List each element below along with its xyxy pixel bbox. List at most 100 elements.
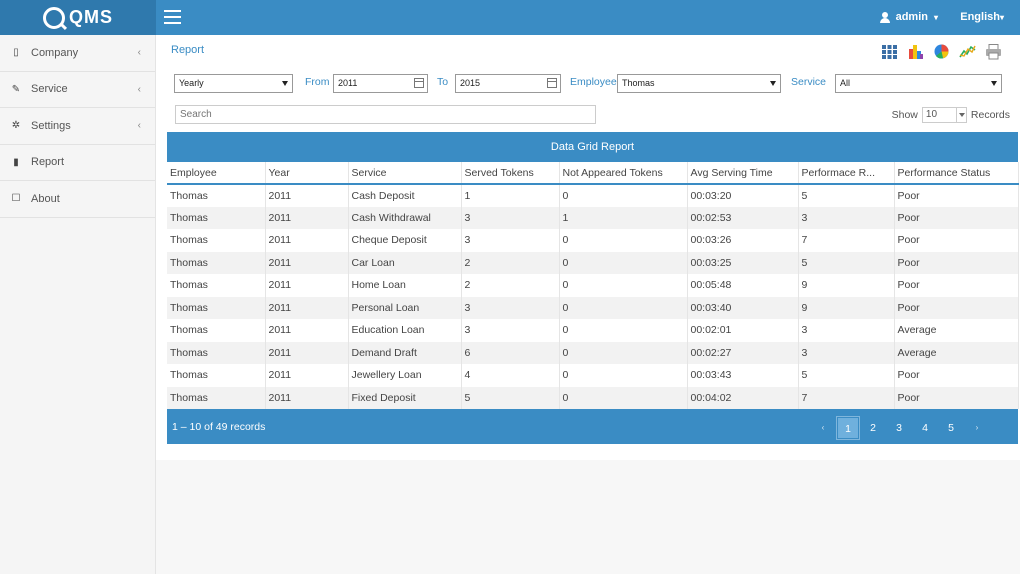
sidebar-item-report[interactable]: ▮ Report bbox=[0, 145, 155, 181]
search-input[interactable] bbox=[175, 105, 596, 124]
app-logo[interactable]: QMS bbox=[0, 0, 156, 35]
language-selector[interactable]: English▾ bbox=[960, 11, 1004, 23]
sidebar-item-settings[interactable]: ✲ Settings ‹ bbox=[0, 108, 155, 145]
calendar-icon[interactable] bbox=[414, 78, 424, 88]
column-header[interactable]: Not Appeared Tokens bbox=[559, 162, 688, 185]
table-cell: 5 bbox=[798, 184, 895, 207]
table-cell: Personal Loan bbox=[348, 296, 462, 319]
table-cell: 5 bbox=[798, 364, 895, 387]
table-cell: 2011 bbox=[265, 296, 349, 319]
line-chart-icon[interactable] bbox=[959, 43, 976, 60]
print-icon[interactable] bbox=[985, 43, 1002, 60]
sidebar-item-label: Settings bbox=[31, 119, 71, 132]
table-cell: 7 bbox=[798, 386, 895, 409]
sidebar-item-company[interactable]: ▯ Company ‹ bbox=[0, 35, 155, 72]
grid-view-icon[interactable] bbox=[881, 43, 898, 60]
sidebar-item-about[interactable]: ☐ About bbox=[0, 181, 155, 218]
table-cell: Jewellery Loan bbox=[348, 364, 462, 387]
next-page-button[interactable]: › bbox=[964, 416, 990, 440]
table-cell: Thomas bbox=[167, 386, 266, 409]
chevron-left-icon: ‹ bbox=[137, 83, 141, 95]
caret-down-icon bbox=[282, 81, 288, 86]
table-cell: 2011 bbox=[265, 386, 349, 409]
table-row[interactable]: Thomas 2011 Education Loan 3 0 00:02:01 3 Avera… bbox=[167, 319, 1019, 342]
table-cell: 0 bbox=[559, 274, 688, 297]
chevron-left-icon: ‹ bbox=[137, 47, 141, 59]
language-label: English bbox=[960, 11, 1000, 23]
table-row[interactable]: Thomas 2011 Personal Loan 3 0 00:03:40 9 Poor bbox=[167, 296, 1019, 319]
table-cell: Poor bbox=[894, 274, 1019, 297]
main-content: Report Yearly From 2011 To 2015 Employee… bbox=[156, 35, 1020, 574]
page-size-value: 10 bbox=[925, 109, 938, 120]
wrench-icon: ✎ bbox=[11, 83, 21, 95]
building-icon: ▯ bbox=[13, 47, 19, 59]
table-cell: Thomas bbox=[167, 184, 266, 207]
table-row[interactable]: Thomas 2011 Jewellery Loan 4 0 00:03:43 5 Poor bbox=[167, 364, 1019, 387]
table-cell: 1 bbox=[461, 184, 560, 207]
menu-toggle-icon[interactable] bbox=[164, 10, 181, 24]
table-cell: 2011 bbox=[265, 319, 349, 342]
page-button-4[interactable]: 4 bbox=[912, 416, 938, 440]
table-row[interactable]: Thomas 2011 Demand Draft 6 0 00:02:27 3 Average bbox=[167, 341, 1019, 364]
prev-page-button[interactable]: ‹ bbox=[810, 416, 836, 440]
from-date-input[interactable]: 2011 bbox=[333, 74, 428, 93]
page-size-select[interactable]: 10 bbox=[921, 107, 967, 123]
table-cell: 9 bbox=[798, 274, 895, 297]
page-button-2[interactable]: 2 bbox=[860, 416, 886, 440]
grid-footer: 1 – 10 of 49 records ‹ 1 2 3 4 5 › bbox=[167, 409, 1018, 444]
show-label: Show bbox=[891, 109, 918, 121]
report-filters: Yearly From 2011 To 2015 Employee Thomas… bbox=[174, 74, 1004, 94]
column-header[interactable]: Avg Serving Time bbox=[687, 162, 799, 185]
table-row[interactable]: Thomas 2011 Home Loan 2 0 00:05:48 9 Poor bbox=[167, 274, 1019, 297]
column-header[interactable]: Year bbox=[265, 162, 349, 185]
employee-select[interactable]: Thomas bbox=[617, 74, 781, 93]
period-select-value: Yearly bbox=[179, 78, 204, 88]
table-row[interactable]: Thomas 2011 Cash Deposit 1 0 00:03:20 5 Poor bbox=[167, 184, 1019, 207]
table-row[interactable]: Thomas 2011 Fixed Deposit 5 0 00:04:02 7 Poor bbox=[167, 386, 1019, 409]
table-cell: Cash Withdrawal bbox=[348, 206, 462, 229]
table-cell: Demand Draft bbox=[348, 341, 462, 364]
table-cell: 0 bbox=[559, 341, 688, 364]
page-button-5[interactable]: 5 bbox=[938, 416, 964, 440]
sidebar-item-service[interactable]: ✎ Service ‹ bbox=[0, 72, 155, 108]
table-cell: 3 bbox=[461, 319, 560, 342]
grid-title: Data Grid Report bbox=[167, 132, 1018, 162]
column-header[interactable]: Performace R... bbox=[798, 162, 895, 185]
period-select[interactable]: Yearly bbox=[174, 74, 293, 93]
service-select[interactable]: All bbox=[835, 74, 1002, 93]
table-row[interactable]: Thomas 2011 Cheque Deposit 3 0 00:03:26 7 Poor bbox=[167, 229, 1019, 252]
column-header[interactable]: Performance Status bbox=[894, 162, 1019, 185]
bar-chart-icon[interactable] bbox=[907, 43, 924, 60]
logo-text: QMS bbox=[68, 7, 113, 27]
table-cell: 00:03:26 bbox=[687, 229, 799, 252]
column-header[interactable]: Employee bbox=[167, 162, 266, 185]
chevron-left-icon: ‹ bbox=[137, 120, 141, 132]
table-cell: 9 bbox=[798, 296, 895, 319]
to-label: To bbox=[437, 76, 449, 88]
page-size-control: Show 10 Records bbox=[892, 107, 1010, 123]
table-cell: Thomas bbox=[167, 274, 266, 297]
column-header[interactable]: Served Tokens bbox=[461, 162, 560, 185]
service-select-value: All bbox=[840, 78, 851, 88]
calendar-icon[interactable] bbox=[547, 78, 557, 88]
table-row[interactable]: Thomas 2011 Car Loan 2 0 00:03:25 5 Poor bbox=[167, 251, 1019, 274]
page-button-3[interactable]: 3 bbox=[886, 416, 912, 440]
table-cell: 5 bbox=[461, 386, 560, 409]
records-label: Records bbox=[970, 109, 1010, 121]
service-label: Service bbox=[791, 76, 827, 88]
table-cell: 00:02:27 bbox=[687, 341, 799, 364]
pie-chart-icon[interactable] bbox=[933, 43, 950, 60]
page-button-1[interactable]: 1 bbox=[836, 416, 860, 440]
from-date-value: 2011 bbox=[338, 78, 358, 88]
table-cell: 0 bbox=[559, 229, 688, 252]
table-row[interactable]: Thomas 2011 Cash Withdrawal 3 1 00:02:53 3 Poor bbox=[167, 206, 1019, 229]
table-cell: Poor bbox=[894, 184, 1019, 207]
sidebar: ▯ Company ‹ ✎ Service ‹ ✲ Settings ‹ ▮ R… bbox=[0, 35, 156, 574]
sidebar-item-label: Report bbox=[31, 156, 65, 169]
column-header[interactable]: Service bbox=[348, 162, 462, 185]
to-date-input[interactable]: 2015 bbox=[455, 74, 561, 93]
table-cell: 0 bbox=[559, 251, 688, 274]
user-menu[interactable]: admin ▾ bbox=[879, 11, 938, 23]
table-cell: 6 bbox=[461, 341, 560, 364]
table-cell: Thomas bbox=[167, 319, 266, 342]
